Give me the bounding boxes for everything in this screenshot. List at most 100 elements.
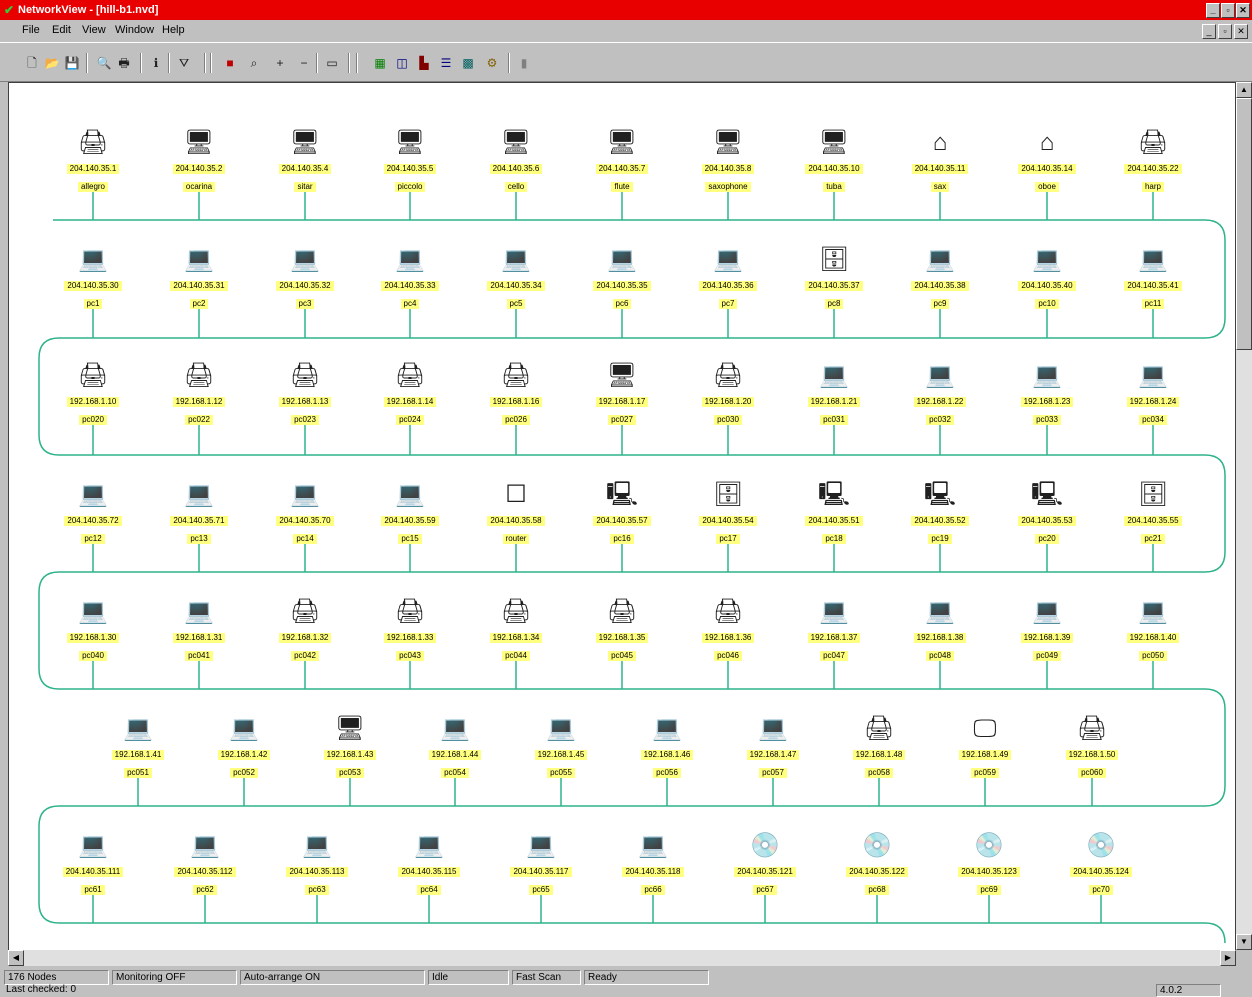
network-node[interactable]: 🖥 204.140.35.8 saxophone xyxy=(688,128,768,194)
network-node[interactable]: 💻 204.140.35.115 pc64 xyxy=(389,831,469,897)
network-node[interactable]: 🖥 204.140.35.5 piccolo xyxy=(370,128,450,194)
network-node[interactable]: 💻 204.140.35.38 pc9 xyxy=(900,245,980,311)
open-file-icon[interactable]: 📂 xyxy=(44,55,60,71)
network-node[interactable]: 💻 192.168.1.45 pc055 xyxy=(521,714,601,780)
network-node[interactable]: 💻 192.168.1.22 pc032 xyxy=(900,361,980,427)
network-node[interactable]: 💻 204.140.35.32 pc3 xyxy=(265,245,345,311)
print-icon[interactable]: 🖶 xyxy=(116,55,132,71)
network-node[interactable]: 💻 192.168.1.23 pc033 xyxy=(1007,361,1087,427)
menu-edit[interactable]: Edit xyxy=(52,24,71,36)
network-node[interactable]: 💻 192.168.1.37 pc047 xyxy=(794,597,874,663)
network-node[interactable]: 🖨 192.168.1.32 pc042 xyxy=(265,597,345,663)
network-node[interactable]: 🖳 204.140.35.52 pc19 xyxy=(900,480,980,546)
network-node[interactable]: 💿 204.140.35.124 pc70 xyxy=(1061,831,1141,897)
vertical-scrollbar[interactable]: ▲ ▼ xyxy=(1236,82,1252,950)
info-icon[interactable]: ℹ xyxy=(148,55,164,71)
zoom-out-icon[interactable]: − xyxy=(296,55,312,71)
network-node[interactable]: 💻 204.140.35.71 pc13 xyxy=(159,480,239,546)
network-node[interactable]: 💿 204.140.35.123 pc69 xyxy=(949,831,1029,897)
network-node[interactable]: 💻 192.168.1.47 pc057 xyxy=(733,714,813,780)
network-node[interactable]: 🖨 192.168.1.16 pc026 xyxy=(476,361,556,427)
network-node[interactable]: 💻 192.168.1.39 pc049 xyxy=(1007,597,1087,663)
network-node[interactable]: 🖨 192.168.1.20 pc030 xyxy=(688,361,768,427)
vertical-scroll-thumb[interactable] xyxy=(1236,98,1252,350)
network-node[interactable]: 💿 204.140.35.121 pc67 xyxy=(725,831,805,897)
network-node[interactable]: 🖥 204.140.35.2 ocarina xyxy=(159,128,239,194)
settings-icon[interactable]: ⚙ xyxy=(484,55,500,71)
network-node[interactable]: 🖨 192.168.1.50 pc060 xyxy=(1052,714,1132,780)
list-icon[interactable]: ☰ xyxy=(438,55,454,71)
network-node[interactable]: 💻 204.140.35.112 pc62 xyxy=(165,831,245,897)
mdi-restore-button[interactable]: ▫ xyxy=(1218,24,1232,39)
view1-icon[interactable]: ▦ xyxy=(372,55,388,71)
network-node[interactable]: 🖥 192.168.1.43 pc053 xyxy=(310,714,390,780)
network-node[interactable]: 💻 192.168.1.44 pc054 xyxy=(415,714,495,780)
network-node[interactable]: 💻 204.140.35.72 pc12 xyxy=(53,480,133,546)
network-node[interactable]: 🖥 204.140.35.6 cello xyxy=(476,128,556,194)
network-node[interactable]: ⌂ 204.140.35.14 oboe xyxy=(1007,128,1087,194)
network-node[interactable]: 💻 192.168.1.42 pc052 xyxy=(204,714,284,780)
network-node[interactable]: 🗄 204.140.35.54 pc17 xyxy=(688,480,768,546)
network-node[interactable]: 🖨 192.168.1.35 pc045 xyxy=(582,597,662,663)
pause-icon[interactable]: ▮ xyxy=(516,55,532,71)
network-node[interactable]: 🖨 192.168.1.14 pc024 xyxy=(370,361,450,427)
view2-icon[interactable]: ◫ xyxy=(394,55,410,71)
zoom-in-icon[interactable]: + xyxy=(272,55,288,71)
network-node[interactable]: 🖥 192.168.1.17 pc027 xyxy=(582,361,662,427)
network-node[interactable]: 🖨 192.168.1.33 pc043 xyxy=(370,597,450,663)
network-node[interactable]: 💻 192.168.1.21 pc031 xyxy=(794,361,874,427)
network-node[interactable]: 💻 204.140.35.33 pc4 xyxy=(370,245,450,311)
mdi-minimize-button[interactable]: _ xyxy=(1202,24,1216,39)
network-node[interactable]: 💻 204.140.35.36 pc7 xyxy=(688,245,768,311)
chart-icon[interactable]: ▙ xyxy=(416,55,432,71)
menu-file[interactable]: File xyxy=(22,24,40,36)
menu-window[interactable]: Window xyxy=(115,24,154,36)
network-node[interactable]: 🖨 192.168.1.12 pc022 xyxy=(159,361,239,427)
network-node[interactable]: 🖳 204.140.35.57 pc16 xyxy=(582,480,662,546)
network-node[interactable]: 💻 204.140.35.70 pc14 xyxy=(265,480,345,546)
network-node[interactable]: 🖵 192.168.1.49 pc059 xyxy=(945,714,1025,780)
network-node[interactable]: 💻 204.140.35.117 pc65 xyxy=(501,831,581,897)
network-node[interactable]: 💻 204.140.35.35 pc6 xyxy=(582,245,662,311)
color-icon[interactable]: ■ xyxy=(222,55,238,71)
network-node[interactable]: 🖨 192.168.1.36 pc046 xyxy=(688,597,768,663)
network-node[interactable]: 🖥 204.140.35.7 flute xyxy=(582,128,662,194)
network-node[interactable]: 🖨 204.140.35.22 harp xyxy=(1113,128,1193,194)
network-node[interactable]: 💻 204.140.35.113 pc63 xyxy=(277,831,357,897)
scroll-down-button[interactable]: ▼ xyxy=(1236,934,1252,950)
network-node[interactable]: 💻 204.140.35.111 pc61 xyxy=(53,831,133,897)
close-button[interactable]: ✕ xyxy=(1236,3,1250,18)
zoom-icon[interactable]: ⌕ xyxy=(246,55,262,71)
network-node[interactable]: 🖥 204.140.35.10 tuba xyxy=(794,128,874,194)
scroll-right-button[interactable]: ▶ xyxy=(1220,950,1236,966)
network-node[interactable]: 🖳 204.140.35.51 pc18 xyxy=(794,480,874,546)
maximize-button[interactable]: ▫ xyxy=(1221,3,1235,18)
grid-icon[interactable]: ▩ xyxy=(460,55,476,71)
network-node[interactable]: 🗄 204.140.35.55 pc21 xyxy=(1113,480,1193,546)
network-map[interactable]: 🖨 204.140.35.1 allegro 🖥 204.140.35.2 ocarina… xyxy=(8,82,1236,952)
network-node[interactable]: 💻 192.168.1.40 pc050 xyxy=(1113,597,1193,663)
network-node[interactable]: 💻 204.140.35.34 pc5 xyxy=(476,245,556,311)
network-node[interactable]: 🖨 192.168.1.10 pc020 xyxy=(53,361,133,427)
network-node[interactable]: ⌂ 204.140.35.11 sax xyxy=(900,128,980,194)
network-node[interactable]: 💻 204.140.35.30 pc1 xyxy=(53,245,133,311)
network-node[interactable]: 💻 192.168.1.41 pc051 xyxy=(98,714,178,780)
network-node[interactable]: 🖨 204.140.35.1 allegro xyxy=(53,128,133,194)
network-node[interactable]: 💻 204.140.35.59 pc15 xyxy=(370,480,450,546)
minimize-button[interactable]: _ xyxy=(1206,3,1220,18)
network-node[interactable]: 💻 192.168.1.31 pc041 xyxy=(159,597,239,663)
horizontal-scrollbar[interactable]: ◀ ▶ xyxy=(8,950,1236,966)
network-node[interactable]: 💻 204.140.35.40 pc10 xyxy=(1007,245,1087,311)
network-node[interactable]: 💻 204.140.35.41 pc11 xyxy=(1113,245,1193,311)
new-file-icon[interactable]: 🗋 xyxy=(24,55,40,71)
network-node[interactable]: 💻 192.168.1.30 pc040 xyxy=(53,597,133,663)
network-node[interactable]: 💻 192.168.1.46 pc056 xyxy=(627,714,707,780)
scroll-up-button[interactable]: ▲ xyxy=(1236,82,1252,98)
network-node[interactable]: 🖥 204.140.35.4 sitar xyxy=(265,128,345,194)
network-node[interactable]: 💻 204.140.35.31 pc2 xyxy=(159,245,239,311)
network-node[interactable]: 🖨 192.168.1.34 pc044 xyxy=(476,597,556,663)
menu-view[interactable]: View xyxy=(82,24,106,36)
network-node[interactable]: 🖨 192.168.1.13 pc023 xyxy=(265,361,345,427)
network-node[interactable]: ☐ 204.140.35.58 router xyxy=(476,480,556,546)
print-preview-icon[interactable]: 🔍 xyxy=(96,55,112,71)
